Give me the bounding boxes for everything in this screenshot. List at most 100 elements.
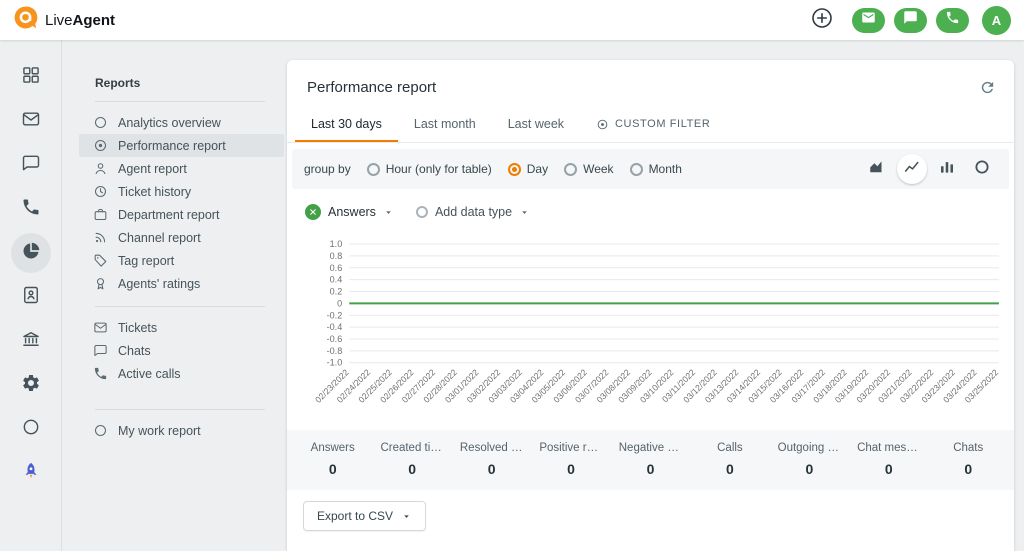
sidebar-item-channel-report[interactable]: Channel report — [79, 226, 284, 249]
area-chart-icon — [868, 158, 886, 181]
stat-outgoing-calls: Outgoing calls0 — [770, 442, 849, 477]
sidebar-title: Reports — [63, 76, 287, 90]
logo-text: LiveAgent — [45, 12, 115, 29]
tab-last-week[interactable]: Last week — [492, 108, 580, 142]
svg-text:-0.8: -0.8 — [327, 346, 343, 356]
topbar-actions-area: A — [809, 6, 1011, 35]
sidebar-item-label: Tag report — [118, 254, 174, 268]
stat-chats: Chats0 — [929, 442, 1008, 477]
sidebar-item-label: Analytics overview — [118, 116, 221, 130]
liveagent-logo[interactable]: LiveAgent — [13, 5, 115, 35]
rail-item-billing[interactable] — [11, 321, 51, 361]
gear-icon — [21, 373, 41, 398]
export-row: Export to CSV — [287, 490, 1014, 543]
sidebar-item-agent-report[interactable]: Agent report — [79, 157, 284, 180]
topbar-new-ticket-button[interactable] — [852, 8, 885, 33]
sidebar-item-tag-report[interactable]: Tag report — [79, 249, 284, 272]
sidebar-item-ticket-history[interactable]: Ticket history — [79, 180, 284, 203]
tab-last-30-days[interactable]: Last 30 days — [295, 108, 398, 142]
chart-type-donut-button[interactable] — [967, 154, 997, 184]
rail-item-getting-started[interactable] — [11, 453, 51, 493]
rail-item-dashboard[interactable] — [11, 57, 51, 97]
series-chip-answers[interactable]: Answers — [305, 204, 394, 220]
filter-target-icon — [596, 118, 609, 131]
briefcase-icon — [93, 207, 108, 222]
chart-type-area-button[interactable] — [862, 154, 892, 184]
stat-calls: Calls0 — [690, 442, 769, 477]
topbar-new-call-button[interactable] — [936, 8, 969, 33]
rail-item-chats[interactable] — [11, 145, 51, 185]
sidebar-item-label: Department report — [118, 208, 219, 222]
line-chart: 1.00.80.60.40.20-0.2-0.4-0.6-0.8-1.002/2… — [303, 234, 1004, 421]
stat-positive-ratings: Positive ratings0 — [531, 442, 610, 477]
remove-series-icon[interactable] — [305, 204, 321, 220]
radio-unselected-icon — [367, 163, 380, 176]
stat-chat-messages: Chat messages0 — [849, 442, 928, 477]
stat-label: Positive ratings — [531, 442, 610, 454]
add-new-button[interactable] — [809, 7, 835, 33]
tab-custom-filter[interactable]: CUSTOM FILTER — [580, 108, 726, 142]
sidebar-item-my-work-report[interactable]: My work report — [79, 419, 284, 442]
rail-item-customers[interactable] — [11, 277, 51, 317]
logo-text-live: Live — [45, 12, 73, 29]
groupby-radio-month[interactable]: Month — [630, 162, 682, 176]
tab-label: Last week — [508, 117, 564, 131]
export-csv-label: Export to CSV — [317, 509, 393, 523]
chart-type-bar-button[interactable] — [932, 154, 962, 184]
sidebar-item-label: My work report — [118, 424, 201, 438]
sidebar-item-tickets[interactable]: Tickets — [79, 316, 284, 339]
user-avatar[interactable]: A — [982, 6, 1011, 35]
groupby-toolbar: group by Hour (only for table)DayWeekMon… — [292, 149, 1009, 189]
sidebar-item-chats[interactable]: Chats — [79, 339, 284, 362]
chat-icon — [21, 153, 41, 178]
rail-item-reports[interactable] — [11, 233, 51, 273]
sidebar-item-label: Agent report — [118, 162, 187, 176]
svg-text:-0.2: -0.2 — [327, 310, 343, 320]
tab-last-month[interactable]: Last month — [398, 108, 492, 142]
sidebar-item-label: Performance report — [118, 139, 226, 153]
card-header: Performance report — [287, 60, 1014, 108]
sidebar-item-department-report[interactable]: Department report — [79, 203, 284, 226]
nav-rail — [0, 40, 62, 551]
svg-text:-1.0: -1.0 — [327, 358, 343, 368]
refresh-button[interactable] — [979, 79, 996, 96]
sidebar-item-label: Ticket history — [118, 185, 191, 199]
rail-item-tickets[interactable] — [11, 101, 51, 141]
sidebar-item-label: Channel report — [118, 231, 201, 245]
groupby-radio-group: Hour (only for table) Day Week Month — [367, 162, 682, 176]
ring-icon — [973, 158, 991, 181]
quick-action-buttons — [852, 8, 969, 33]
add-data-type-button[interactable]: Add data type — [416, 205, 530, 219]
svg-text:0.6: 0.6 — [330, 263, 343, 273]
chart-type-line-button[interactable] — [897, 154, 927, 184]
groupby-radio-week[interactable]: Week — [564, 162, 613, 176]
topbar-new-chat-button[interactable] — [894, 8, 927, 33]
stat-label: Negative ratings — [611, 442, 690, 454]
circle-icon — [93, 115, 108, 130]
groupby-radio-hour-only-for-table[interactable]: Hour (only for table) — [367, 162, 492, 176]
date-range-tabs: Last 30 daysLast month Last week CUSTOM FI… — [287, 108, 1014, 143]
rail-item-settings[interactable] — [11, 365, 51, 405]
groupby-radio-day[interactable]: Day — [508, 162, 548, 176]
caret-down-icon — [383, 207, 394, 218]
export-csv-button[interactable]: Export to CSV — [303, 501, 426, 531]
stat-label: Calls — [690, 442, 769, 454]
radio-label: Day — [527, 162, 548, 176]
chart-type-switcher — [862, 154, 997, 184]
page-title: Performance report — [307, 79, 436, 96]
sidebar-item-agents-ratings[interactable]: Agents' ratings — [79, 272, 284, 295]
sidebar-item-active-calls[interactable]: Active calls — [79, 362, 284, 385]
radio-label: Month — [649, 162, 682, 176]
plus-circle-icon — [810, 6, 834, 35]
stat-answers: Answers0 — [293, 442, 372, 477]
phone-icon — [21, 197, 41, 222]
bank-icon — [21, 329, 41, 354]
rail-item-calls[interactable] — [11, 189, 51, 229]
sidebar-item-analytics-overview[interactable]: Analytics overview — [79, 111, 284, 134]
topbar: LiveAgent A — [0, 0, 1024, 40]
sidebar-item-performance-report[interactable]: Performance report — [79, 134, 284, 157]
rail-item-status[interactable] — [11, 409, 51, 449]
tab-label: CUSTOM FILTER — [615, 118, 710, 130]
stat-label: Resolved tickets — [452, 442, 531, 454]
svg-text:0.4: 0.4 — [330, 275, 343, 285]
